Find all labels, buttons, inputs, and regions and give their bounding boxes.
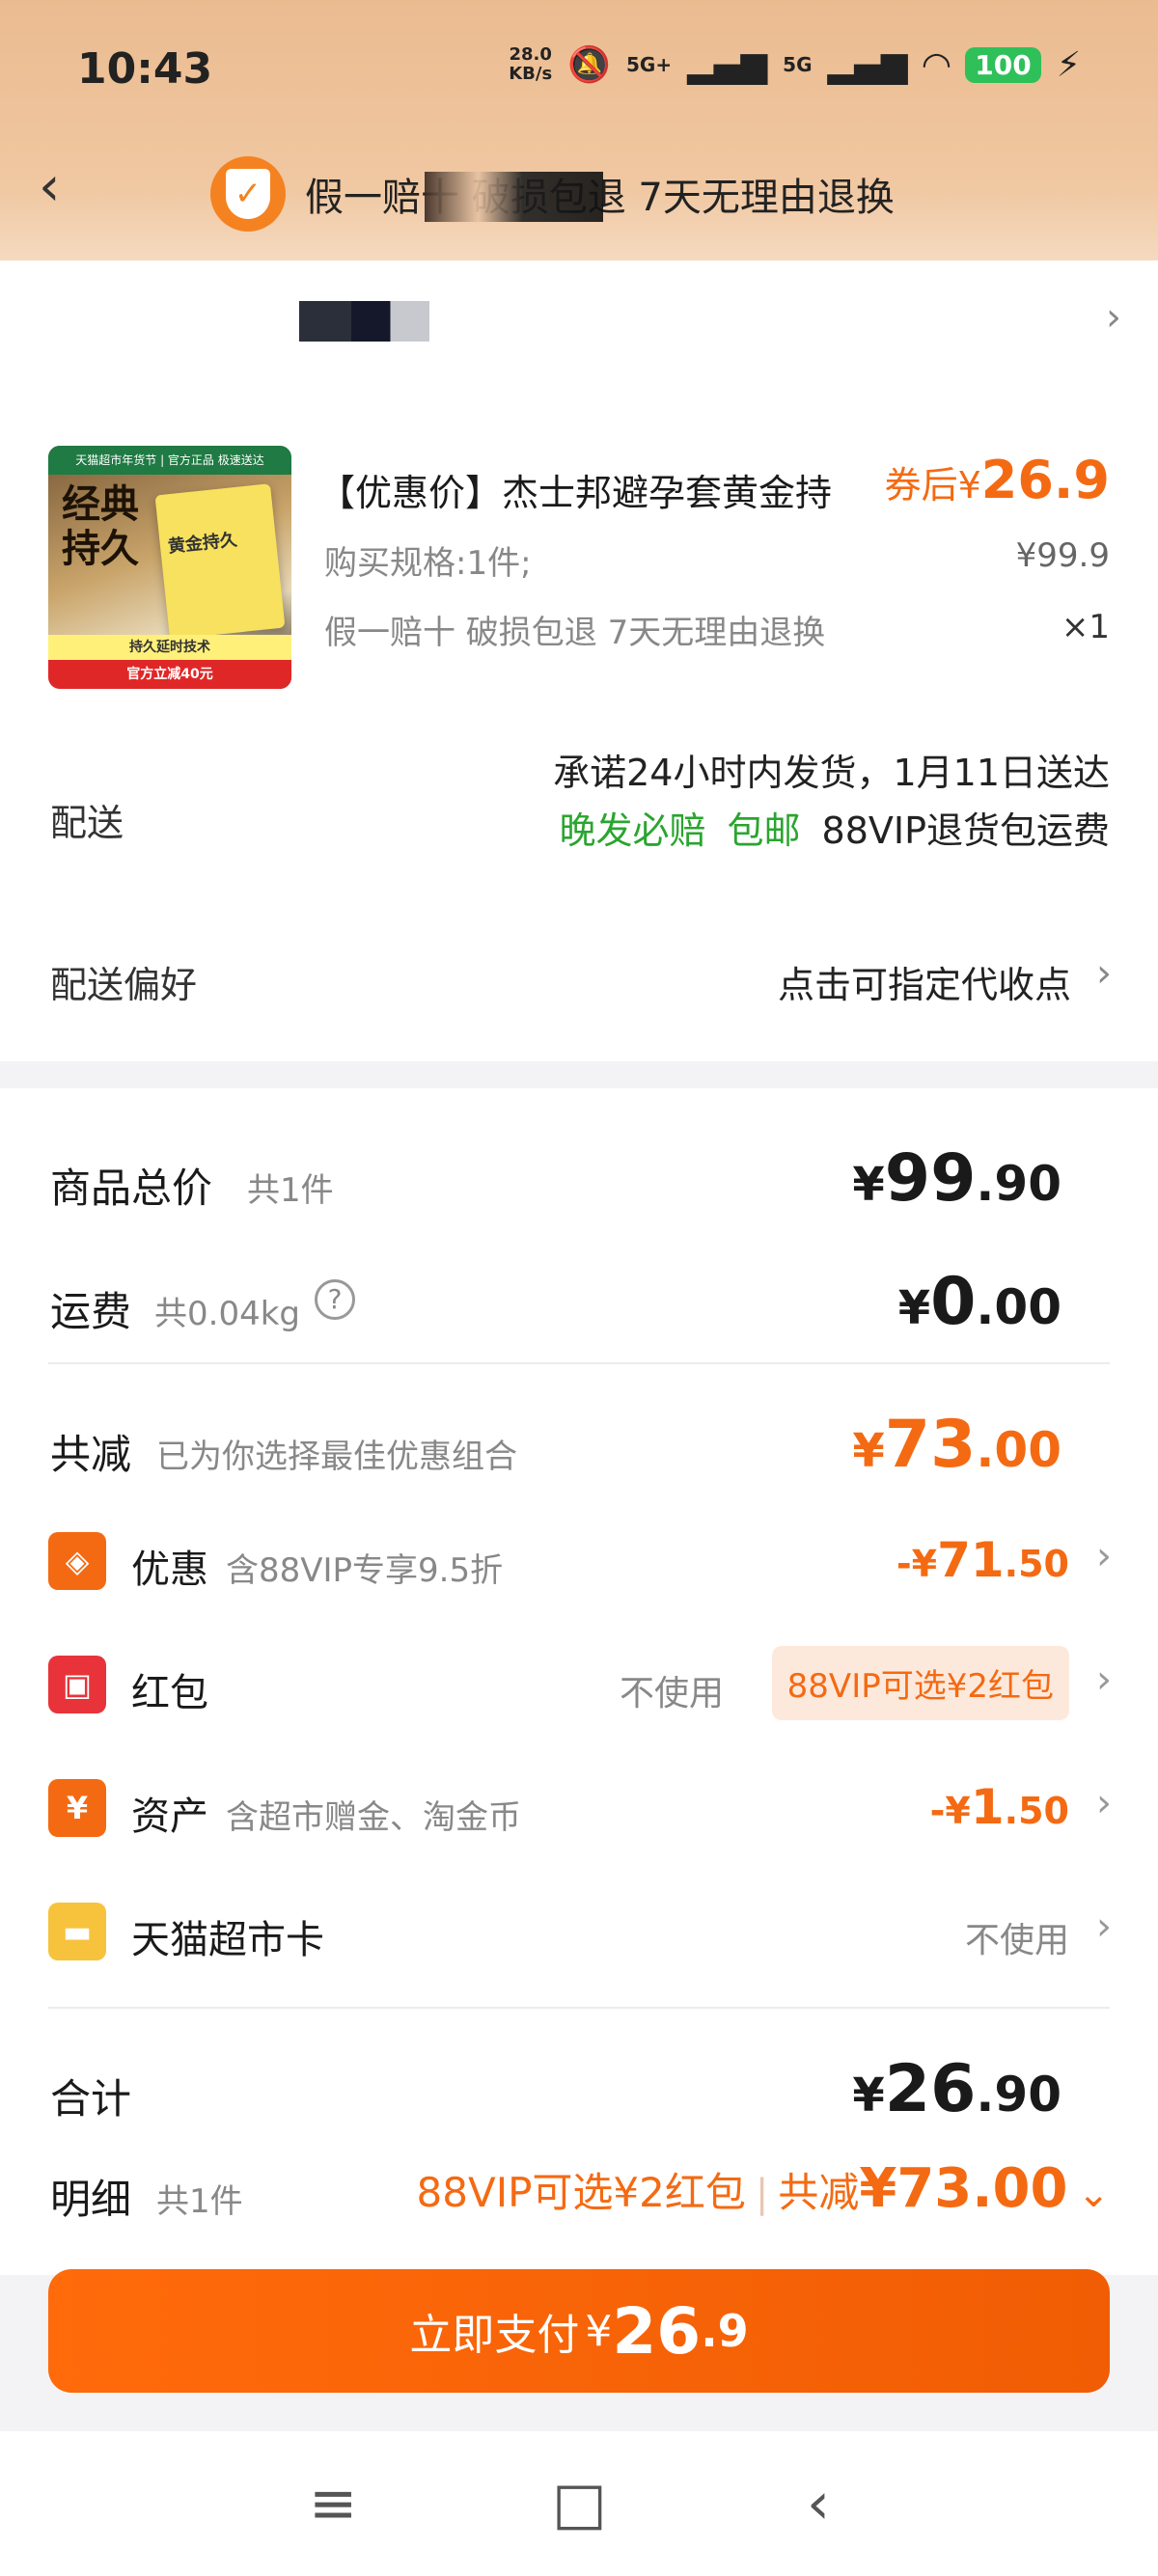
mute-bell-icon: 🔕 <box>567 45 612 85</box>
red-packet-icon: ▣ <box>48 1656 106 1713</box>
detail-row[interactable]: 明细 共1件 88VIP可选¥2红包 | 共减 ¥73.00 ⌄ <box>0 2140 1158 2236</box>
shipping-amount: ¥0.00 <box>897 1264 1062 1340</box>
chevron-right-icon: › <box>1096 1658 1112 1702</box>
chevron-right-icon: › <box>1096 1781 1112 1825</box>
asset-label: 资产 <box>131 1795 208 1839</box>
detail-summary[interactable]: 88VIP可选¥2红包 | 共减 ¥73.00 ⌄ <box>417 2157 1110 2220</box>
status-time: 10:43 <box>77 44 213 94</box>
yen-coin-icon: ¥ <box>48 1779 106 1837</box>
discount-total-row: 共减 已为你选择最佳优惠组合 ¥73.00 <box>0 1393 1158 1490</box>
goods-total-amount: ¥99.90 <box>852 1140 1062 1217</box>
discount-total-amount: ¥73.00 <box>852 1407 1062 1483</box>
guarantee-shield-icon: ✓ <box>210 156 286 232</box>
net-speed: 28.0 KB/s <box>509 44 553 84</box>
total-label: 合计 <box>50 2075 132 2123</box>
promo-row[interactable]: ◈ 优惠 含88VIP专享9.5折 -¥71.50 › <box>0 1513 1158 1609</box>
red-packet-status: 不使用 <box>619 1674 724 1713</box>
goods-total-row: 商品总价 共1件 ¥99.90 <box>0 1127 1158 1223</box>
total-row: 合计 ¥26.90 <box>0 2038 1158 2134</box>
back-button[interactable]: ‹ <box>39 158 87 216</box>
back-triangle-icon[interactable]: ‹ <box>807 2470 830 2537</box>
menu-icon[interactable]: ≡ <box>309 2470 357 2537</box>
promo-note: 含88VIP专享9.5折 <box>226 1551 504 1590</box>
help-icon[interactable]: ? <box>315 1279 355 1320</box>
chevron-right-icon: › <box>1096 1534 1112 1578</box>
divider <box>48 2007 1110 2009</box>
store-name-redacted <box>299 301 429 342</box>
asset-amount: -¥1.50 <box>929 1779 1069 1835</box>
late-compensation-badge: 晚发必赔 <box>559 809 706 852</box>
home-square-icon[interactable]: □ <box>552 2470 607 2537</box>
discount-total-note: 已为你选择最佳优惠组合 <box>156 1438 517 1476</box>
supermarket-card-status: 不使用 <box>964 1921 1069 1960</box>
chevron-right-icon: › <box>1106 295 1121 340</box>
delivery-preference-label: 配送偏好 <box>50 964 198 1006</box>
status-icons: 28.0 KB/s 🔕 5G+ ▂▄▆ 5G ▂▄▆ ◠ 100 ⚡ <box>509 44 1081 86</box>
supermarket-card-label: 天猫超市卡 <box>131 1918 324 1962</box>
charging-icon: ⚡ <box>1056 44 1081 85</box>
delivery-label: 配送 <box>50 802 124 844</box>
vip-red-packet-offer[interactable]: 88VIP可选¥2红包 <box>771 1646 1069 1720</box>
product-image[interactable]: 天猫超市年货节 | 官方正品 极速送达 经典 持久 黄金持久 持久延时技术 官方立… <box>48 446 291 689</box>
card-icon: ▬ <box>48 1903 106 1960</box>
shipping-label: 运费 <box>50 1288 132 1335</box>
delivery-promise: 承诺24小时内发货，1月11日送达 <box>553 752 1110 794</box>
chevron-down-icon: ⌄ <box>1077 2172 1110 2216</box>
product-title[interactable]: 【优惠价】杰士邦避孕套黄金持 <box>318 463 897 516</box>
pay-now-button[interactable]: 立即支付 ¥26.9 <box>48 2269 1110 2393</box>
free-shipping-badge: 包邮 <box>727 809 801 852</box>
wifi-icon: ◠ <box>923 44 951 85</box>
supermarket-card-row[interactable]: ▬ 天猫超市卡 不使用 › <box>0 1883 1158 1980</box>
red-packet-label: 红包 <box>131 1671 208 1715</box>
product-spec[interactable]: 购买规格:1件; <box>324 536 532 584</box>
chevron-right-icon: › <box>1096 1905 1112 1949</box>
shipping-weight: 共0.04kg <box>154 1295 300 1333</box>
signal-5g-plus-icon: 5G+ <box>626 53 673 76</box>
goods-total-count: 共1件 <box>247 1171 334 1210</box>
total-amount: ¥26.90 <box>852 2051 1062 2127</box>
discount-total-label: 共减 <box>50 1431 132 1478</box>
red-packet-row[interactable]: ▣ 红包 不使用 88VIP可选¥2红包 › <box>0 1636 1158 1733</box>
promo-label: 优惠 <box>131 1548 208 1592</box>
detail-label: 明细 <box>50 2176 132 2223</box>
asset-note: 含超市赠金、淘金币 <box>226 1798 521 1837</box>
signal-bars-icon-2: ▂▄▆ <box>827 44 908 85</box>
price-summary-card: 商品总价 共1件 ¥99.90 运费 共0.04kg ? ¥0.00 启梦 共减… <box>0 1088 1158 2354</box>
goods-total-label: 商品总价 <box>50 1165 213 1212</box>
product-guarantees: 假一赔十 破损包退 7天无理由退换 <box>324 614 826 652</box>
detail-count: 共1件 <box>156 2182 243 2221</box>
signal-bars-icon: ▂▄▆ <box>687 44 768 85</box>
product-quantity: ×1 <box>1061 608 1110 646</box>
status-bar: 10:43 28.0 KB/s 🔕 5G+ ▂▄▆ 5G ▂▄▆ ◠ 100 ⚡ <box>0 0 1158 135</box>
vip-return-badge: 88VIP退货包运费 <box>821 809 1110 852</box>
promo-amount: -¥71.50 <box>896 1532 1069 1588</box>
chevron-right-icon[interactable]: › <box>1096 951 1112 996</box>
tag-icon: ◈ <box>48 1532 106 1590</box>
delivery-badges: 晚发必赔 包邮 88VIP退货包运费 <box>559 801 1110 854</box>
signal-5g-icon: 5G <box>783 53 813 76</box>
battery-icon: 100 <box>965 46 1041 83</box>
nav-bar: ‹ ✓ 假一赔十 破损包退 7天无理由退换 <box>0 145 1158 241</box>
delivery-preference-value[interactable]: 点击可指定代收点 <box>778 955 1071 1008</box>
divider <box>48 1362 1110 1364</box>
system-navigation-bar: ≡ □ ‹ <box>0 2431 1158 2576</box>
product-coupon-price: 券后¥26.9 <box>884 450 1110 510</box>
redaction-mark <box>425 172 603 222</box>
shipping-row: 运费 共0.04kg ? ¥0.00 <box>0 1250 1158 1347</box>
product-original-price: ¥99.9 <box>1015 536 1110 575</box>
store-row[interactable]: › <box>0 260 1158 367</box>
order-item-card: › 天猫超市年货节 | 官方正品 极速送达 经典 持久 黄金持久 持久延时技术 官… <box>0 260 1158 1061</box>
asset-row[interactable]: ¥ 资产 含超市赠金、淘金币 -¥1.50 › <box>0 1760 1158 1856</box>
